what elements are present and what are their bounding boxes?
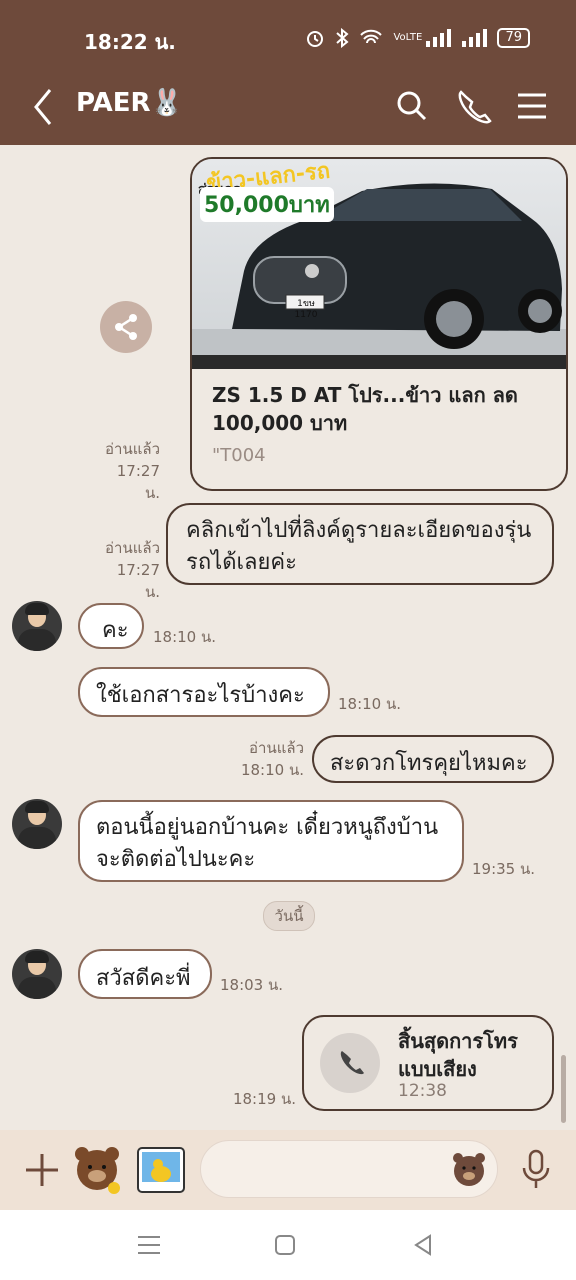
chat-scrollbar[interactable] (561, 1055, 566, 1123)
signal-icon-2 (462, 29, 488, 47)
message-bubble-outgoing[interactable]: คลิกเข้าไปที่ลิงค์ดูรายละเอียดของรุ่นรถไ… (166, 503, 554, 585)
chat-header: PAER🐰 (0, 72, 576, 145)
rabbit-emoji: 🐰 (150, 88, 183, 118)
recent-apps-icon[interactable] (134, 1230, 164, 1260)
battery-indicator: 79 (497, 28, 530, 48)
voice-call-ended-bubble[interactable]: สิ้นสุดการโทรแบบเสียง 12:38 (302, 1015, 554, 1111)
message-time: 17:27 น. (116, 462, 160, 502)
message-text: คลิกเข้าไปที่ลิงค์ดูรายละเอียดของรุ่นรถไ… (186, 518, 532, 575)
call-time: 18:19 น. (232, 1090, 296, 1108)
share-button[interactable] (100, 301, 152, 353)
status-icons: VoLTE 79 (305, 28, 530, 48)
read-receipt: อ่านแล้ว (105, 440, 160, 458)
share-icon (115, 314, 137, 340)
message-text: คะ (102, 618, 129, 643)
message-bubble-incoming[interactable]: คะ (78, 603, 144, 649)
message-text: ใช้เอกสารอะไรบ้างคะ (96, 683, 305, 708)
message-meta: อ่านแล้ว 17:27 น. (98, 537, 160, 603)
message-text: สะดวกโทรคุยไหมคะ (330, 751, 528, 776)
message-bubble-incoming[interactable]: ตอนนี้อยู่นอกบ้านคะ เดี๋ยวหนูถึงบ้านจะติ… (78, 800, 464, 882)
plus-icon[interactable] (22, 1150, 62, 1190)
status-time: 18:22 น. (84, 30, 176, 54)
sticker-brown-icon[interactable] (70, 1142, 124, 1198)
read-receipt: อ่านแล้ว (249, 739, 304, 757)
message-time: 18:10 น. (240, 761, 304, 779)
link-card-subtitle: "T004 (212, 445, 266, 466)
message-input-bar (0, 1130, 576, 1210)
phone-icon (340, 1051, 364, 1075)
microphone-icon[interactable] (520, 1148, 552, 1192)
message-meta: อ่านแล้ว 18:10 น. (240, 737, 304, 781)
message-text: ตอนนี้อยู่นอกบ้านคะ เดี๋ยวหนูถึงบ้านจะติ… (96, 815, 439, 872)
message-time: 17:27 น. (116, 561, 160, 601)
call-duration: 12:38 (398, 1081, 447, 1101)
license-plate: 1ขษ 1170 (294, 299, 318, 320)
search-icon[interactable] (392, 86, 432, 126)
avatar[interactable] (12, 799, 62, 849)
call-status-text: สิ้นสุดการโทรแบบเสียง (398, 1029, 518, 1081)
link-preview-card[interactable]: ข้าว-แลก-รถ ส่วนลด 50,000บาท 1ขษ 1170 ZS… (190, 157, 568, 491)
phone-icon[interactable] (452, 86, 492, 126)
bluetooth-icon (336, 28, 349, 48)
message-time: 18:10 น. (153, 628, 217, 646)
signal-icon (426, 29, 452, 47)
call-icon-circle (320, 1033, 380, 1093)
read-receipt: อ่านแล้ว (105, 539, 160, 557)
back-icon[interactable] (408, 1230, 438, 1260)
alarm-icon (307, 31, 324, 47)
message-time: 18:03 น. (220, 976, 284, 994)
avatar[interactable] (12, 949, 62, 999)
car-image: ข้าว-แลก-รถ ส่วนลด 50,000บาท 1ขษ 1170 (192, 159, 566, 369)
avatar[interactable] (12, 601, 62, 651)
message-bubble-incoming[interactable]: ใช้เอกสารอะไรบ้างคะ (78, 667, 330, 717)
contact-name-text: PAER (76, 88, 151, 118)
message-time: 18:10 น. (338, 695, 402, 713)
status-bar: 18:22 น. VoLTE 79 (0, 0, 576, 72)
emoji-icon[interactable] (450, 1150, 488, 1188)
message-bubble-incoming[interactable]: สวัสดีคะพี่ (78, 949, 212, 999)
menu-icon[interactable] (512, 86, 552, 126)
message-bubble-outgoing[interactable]: สะดวกโทรคุยไหมคะ (312, 735, 554, 783)
sticker-photo-icon[interactable] (134, 1142, 188, 1198)
link-card-title: ZS 1.5 D AT โปร...ข้าว แลก ลด 100,000 บา… (212, 383, 518, 435)
promo-discount: 50,000บาท (200, 187, 334, 222)
system-navigation-bar (0, 1210, 576, 1280)
home-icon[interactable] (270, 1230, 300, 1260)
volte-label: VoLTE (393, 32, 423, 43)
link-card-meta: อ่านแล้ว 17:27 น. (98, 438, 160, 504)
wifi-icon (360, 29, 383, 44)
chat-messages[interactable]: อ่านแล้ว 17:27 น. ข้าว-แลก-รถ ส่วนลด 50,… (0, 145, 576, 1130)
back-arrow-icon[interactable] (28, 84, 58, 130)
message-text: สวัสดีคะพี่ (96, 966, 191, 991)
date-divider: วันนี้ (263, 901, 315, 931)
message-time: 19:35 น. (472, 860, 536, 878)
contact-name[interactable]: PAER🐰 (76, 88, 183, 118)
